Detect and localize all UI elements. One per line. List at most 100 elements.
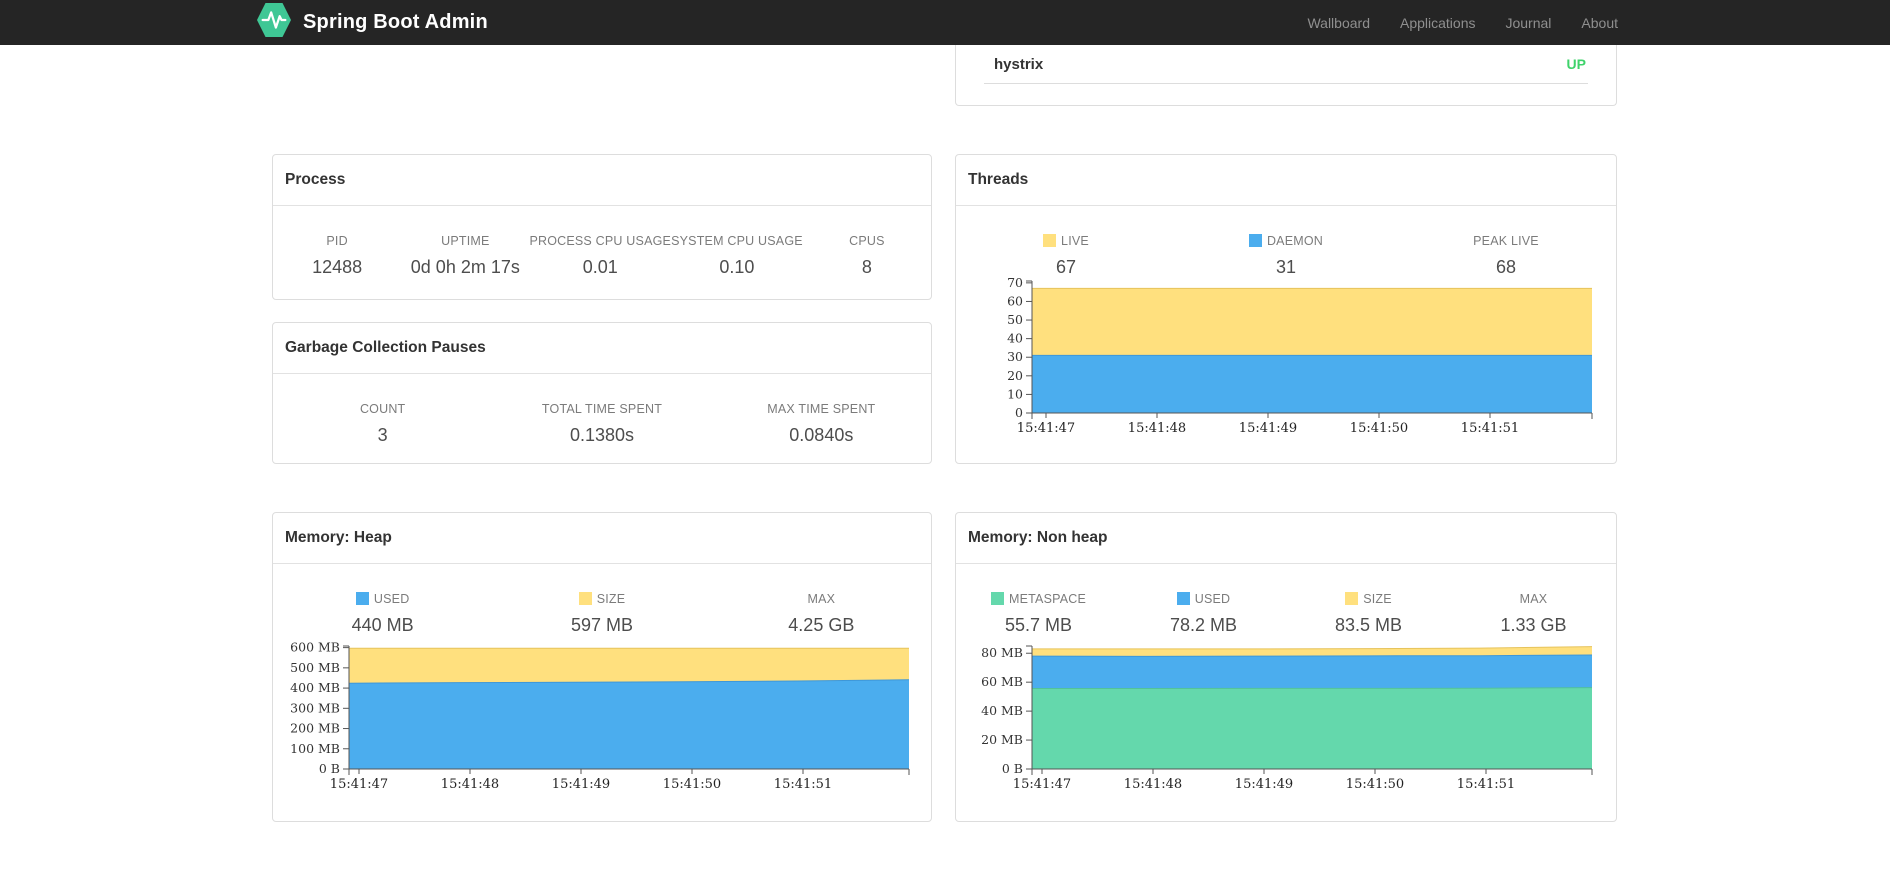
navbar-container: Spring Boot Admin Wallboard Applications… — [257, 0, 1618, 45]
metric-value: 0.0840s — [789, 425, 854, 445]
nav-link-wallboard[interactable]: Wallboard — [1292, 15, 1385, 31]
application-row[interactable]: hystrix UP — [984, 45, 1588, 84]
metric-heap-max: MAX 4.25 GB — [712, 592, 931, 636]
svg-text:100 MB: 100 MB — [290, 741, 340, 756]
metric-label: COUNT — [359, 402, 406, 416]
svg-text:15:41:50: 15:41:50 — [1350, 421, 1408, 436]
threads-metrics: LIVE 67 DAEMON 31 PEAK LIVE 68 — [956, 206, 1616, 278]
heap-chart: 0 B 100 MB 200 MB 300 MB 400 MB 500 MB 600 MB 1… — [273, 633, 933, 813]
memory-heap-card: Memory: Heap USED 440 MB SIZE 597 MB MAX… — [272, 512, 932, 822]
brand-title: Spring Boot Admin — [303, 11, 488, 33]
legend-swatch-daemon — [1248, 234, 1262, 247]
metric-label: PROCESS CPU USAGE — [529, 234, 672, 248]
metric-label-text: LIVE — [1061, 234, 1089, 248]
svg-text:15:41:49: 15:41:49 — [1235, 777, 1293, 792]
svg-text:70: 70 — [1007, 275, 1023, 290]
metric-label-text: METASPACE — [1008, 592, 1087, 606]
nonheap-chart: 0 B 20 MB 40 MB 60 MB 80 MB 15:41:47 15:41:48 1… — [956, 633, 1616, 813]
metric-pid: PID 12488 — [273, 234, 401, 278]
metric-nonheap-size: SIZE 83.5 MB — [1286, 592, 1451, 636]
card-title: Garbage Collection Pauses — [273, 323, 931, 374]
legend-swatch-size — [578, 592, 592, 605]
card-title: Memory: Heap — [273, 513, 931, 564]
metric-label: TOTAL TIME SPENT — [541, 402, 663, 416]
metric-gc-max-time: MAX TIME SPENT 0.0840s — [712, 402, 931, 446]
metric-label-text: DAEMON — [1266, 234, 1324, 248]
svg-text:200 MB: 200 MB — [290, 721, 340, 736]
svg-text:15:41:48: 15:41:48 — [1128, 421, 1186, 436]
svg-text:0: 0 — [1015, 405, 1023, 420]
metric-label: MAX — [1519, 592, 1548, 606]
metric-heap-used: USED 440 MB — [273, 592, 492, 636]
metric-system-cpu: SYSTEM CPU USAGE 0.10 — [671, 234, 803, 278]
metric-label: MAX TIME SPENT — [767, 402, 876, 416]
nav-link-journal[interactable]: Journal — [1490, 15, 1566, 31]
svg-text:15:41:51: 15:41:51 — [1461, 421, 1519, 436]
brand[interactable]: Spring Boot Admin — [257, 1, 488, 44]
svg-text:15:41:51: 15:41:51 — [1457, 777, 1515, 792]
card-title: Process — [273, 155, 931, 206]
process-metrics: PID 12488 UPTIME 0d 0h 2m 17s PROCESS CP… — [273, 206, 931, 278]
svg-text:20: 20 — [1007, 368, 1023, 383]
metric-label: USED — [273, 592, 492, 606]
heap-metrics: USED 440 MB SIZE 597 MB MAX 4.25 GB — [273, 564, 931, 636]
navbar: Spring Boot Admin Wallboard Applications… — [0, 0, 1890, 45]
metric-gc-count: COUNT 3 — [273, 402, 492, 446]
svg-text:400 MB: 400 MB — [290, 680, 340, 695]
metric-label: PID — [326, 234, 348, 248]
metric-label: SIZE — [492, 592, 711, 606]
svg-text:15:41:51: 15:41:51 — [774, 777, 832, 792]
svg-text:20 MB: 20 MB — [981, 732, 1023, 747]
svg-text:15:41:48: 15:41:48 — [1124, 777, 1182, 792]
svg-text:15:41:48: 15:41:48 — [441, 777, 499, 792]
metric-label-text: SIZE — [1363, 592, 1392, 606]
legend-swatch-used — [355, 592, 369, 605]
metric-value: 0.1380s — [569, 425, 635, 445]
metric-label: LIVE — [956, 234, 1176, 248]
svg-text:15:41:49: 15:41:49 — [1239, 421, 1297, 436]
metric-label: MAX — [807, 592, 836, 606]
metric-label-text: SIZE — [596, 592, 626, 606]
nav-links: Wallboard Applications Journal About — [1292, 0, 1618, 45]
metric-nonheap-max: MAX 1.33 GB — [1451, 592, 1616, 636]
metric-label-text: USED — [373, 592, 410, 606]
metric-label: SYSTEM CPU USAGE — [671, 234, 803, 248]
legend-swatch-used — [1176, 592, 1190, 605]
legend-swatch-live — [1043, 234, 1057, 247]
svg-text:15:41:50: 15:41:50 — [663, 777, 721, 792]
threads-card: Threads LIVE 67 DAEMON 31 PEAK LIVE 68 0… — [955, 154, 1617, 464]
metric-uptime: UPTIME 0d 0h 2m 17s — [401, 234, 529, 278]
status-badge: UP — [1566, 56, 1586, 72]
legend-swatch-size — [1345, 592, 1359, 605]
metric-cpus: CPUS 8 — [803, 234, 931, 278]
svg-text:500 MB: 500 MB — [290, 660, 340, 675]
svg-text:15:41:47: 15:41:47 — [330, 777, 388, 792]
metric-value: 8 — [861, 257, 872, 277]
svg-text:30: 30 — [1007, 349, 1023, 364]
legend-swatch-metaspace — [990, 592, 1004, 605]
card-title: Threads — [956, 155, 1616, 206]
metric-label: METASPACE — [956, 592, 1121, 606]
gc-metrics: COUNT 3 TOTAL TIME SPENT 0.1380s MAX TIM… — [273, 374, 931, 446]
svg-text:60: 60 — [1007, 293, 1023, 308]
svg-text:15:41:49: 15:41:49 — [552, 777, 610, 792]
metric-label: CPUS — [849, 234, 885, 248]
metric-label: PEAK LIVE — [1473, 234, 1539, 248]
svg-text:600 MB: 600 MB — [290, 640, 340, 655]
svg-text:300 MB: 300 MB — [290, 700, 340, 715]
metric-value: 3 — [377, 425, 388, 445]
app-logo-icon — [257, 1, 291, 44]
svg-text:80 MB: 80 MB — [981, 645, 1023, 660]
svg-text:40: 40 — [1007, 331, 1023, 346]
svg-text:15:41:50: 15:41:50 — [1346, 777, 1404, 792]
nav-link-applications[interactable]: Applications — [1385, 15, 1491, 31]
metric-label: USED — [1121, 592, 1286, 606]
metric-label: SIZE — [1286, 592, 1451, 606]
metric-metaspace: METASPACE 55.7 MB — [956, 592, 1121, 636]
nav-link-about[interactable]: About — [1566, 15, 1618, 31]
nonheap-metrics: METASPACE 55.7 MB USED 78.2 MB SIZE 83.5… — [956, 564, 1616, 636]
svg-text:0 B: 0 B — [1002, 761, 1023, 776]
svg-text:50: 50 — [1007, 312, 1023, 327]
process-card: Process PID 12488 UPTIME 0d 0h 2m 17s PR… — [272, 154, 932, 300]
metric-label: DAEMON — [1176, 234, 1396, 248]
